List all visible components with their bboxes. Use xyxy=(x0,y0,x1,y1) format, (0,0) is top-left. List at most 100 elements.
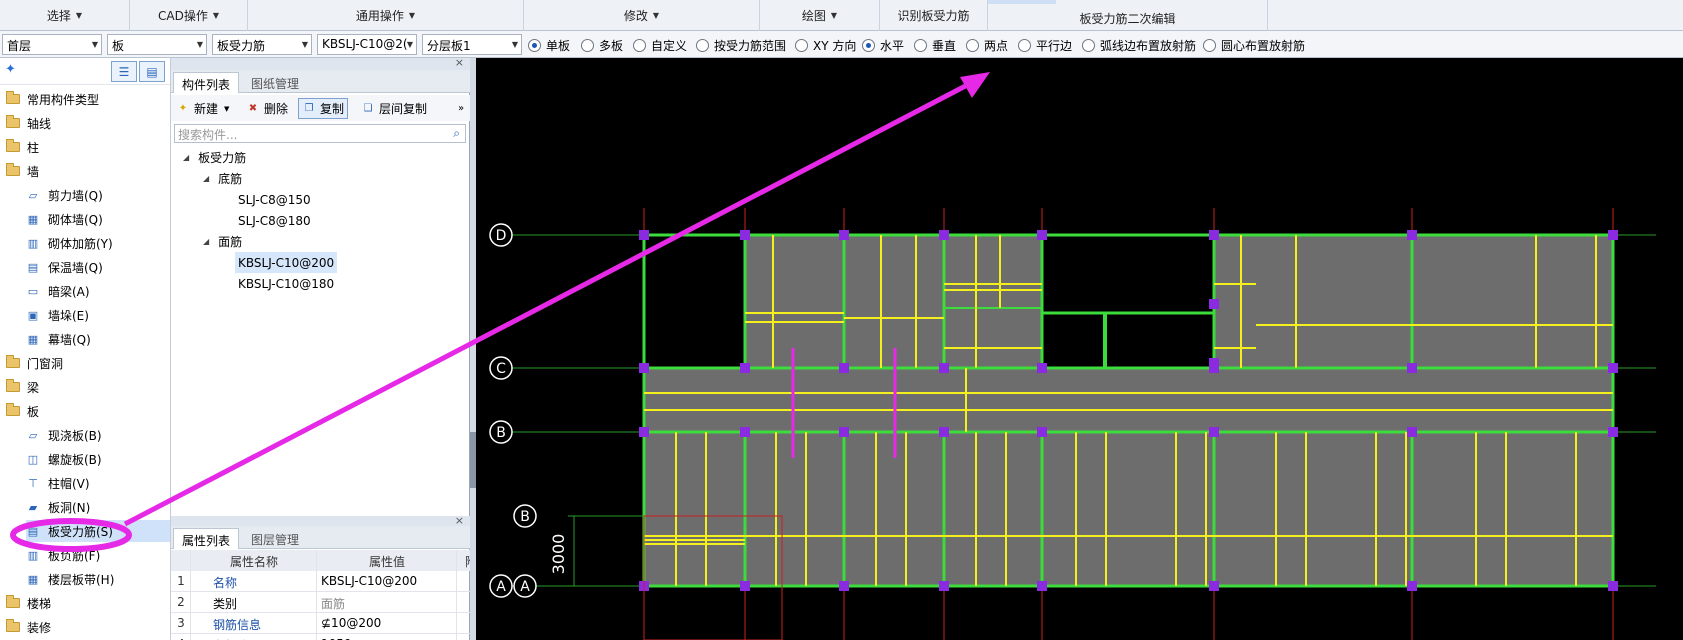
nav-item[interactable]: 楼梯 xyxy=(6,592,170,614)
ribbon-group-modify[interactable]: 修改 ▼ xyxy=(524,0,760,31)
cad-drawing: 3000 D C B A B A xyxy=(489,208,1656,640)
component-toolbar: ✦ 新建 ▼ ✖ 删除 ❐ 复制 ❏ 层间复制 » xyxy=(171,95,470,121)
detail-view-button[interactable]: ▤ xyxy=(139,61,165,82)
nav-item-label: 板 xyxy=(27,404,40,419)
category-select[interactable]: 板 ▼ xyxy=(107,34,207,55)
new-button[interactable]: ✦ 新建 ▼ xyxy=(173,98,232,119)
tree-item[interactable]: SLJ-C8@150 xyxy=(238,189,311,210)
ribbon-group-select[interactable]: 选择 ▼ xyxy=(0,0,130,31)
tree-item-selected[interactable]: KBSLJ-C10@200 xyxy=(235,252,338,273)
property-row[interactable]: 2 类别 面筋 xyxy=(171,592,497,613)
floor-copy-button[interactable]: ❏ 层间复制 xyxy=(358,98,430,119)
tree-group-bottom[interactable]: ◢ 底筋 xyxy=(203,168,242,189)
radio-vertical[interactable]: 垂直 xyxy=(914,37,956,54)
radio-custom[interactable]: 自定义 xyxy=(633,37,687,54)
nav-item[interactable]: 梁 xyxy=(6,376,170,398)
ribbon-group-secondary-edit[interactable]: 板受力筋二次编辑 xyxy=(988,0,1268,31)
layer-select[interactable]: 分层板1 ▼ xyxy=(422,34,522,55)
more-button[interactable]: » xyxy=(455,98,467,119)
nav-item-label: 柱帽(V) xyxy=(48,476,90,491)
nav-item[interactable]: 常用构件类型 xyxy=(6,88,170,110)
nav-item[interactable]: ▣ 墙垛(E) xyxy=(26,304,170,326)
chevron-down-icon: ▼ xyxy=(224,104,230,113)
column-marker xyxy=(939,581,949,591)
radio-center-radial[interactable]: 圆心布置放射筋 xyxy=(1203,37,1305,54)
radio-two-points[interactable]: 两点 xyxy=(966,37,1008,54)
tree-item[interactable]: SLJ-C8@180 xyxy=(238,210,311,231)
nav-item[interactable]: ▭ 暗梁(A) xyxy=(26,280,170,302)
nav-item[interactable]: 门窗洞 xyxy=(6,352,170,374)
sparkle-icon[interactable]: ✦ xyxy=(5,62,16,77)
copy-button[interactable]: ❐ 复制 xyxy=(298,98,349,119)
ribbon-label: 修改 xyxy=(623,9,648,23)
ribbon-group-cad[interactable]: CAD操作 ▼ xyxy=(130,0,248,31)
ribbon-group-general[interactable]: 通用操作 ▼ xyxy=(248,0,524,31)
cast-slab-icon: ▱ xyxy=(28,428,38,442)
tree-root[interactable]: ◢ 板受力筋 xyxy=(183,147,246,168)
delete-label: 删除 xyxy=(264,102,289,116)
nav-item[interactable]: ▤ 板受力筋(S) xyxy=(26,520,170,542)
nav-item[interactable]: ▥ 砌体加筋(Y) xyxy=(26,232,170,254)
list-view-button[interactable]: ☰ xyxy=(111,61,137,82)
radio-horizontal[interactable]: 水平 xyxy=(862,37,904,54)
nav-item[interactable]: 板 xyxy=(6,400,170,422)
property-row[interactable]: 1 名称 KBSLJ-C10@200 xyxy=(171,571,497,592)
nav-item[interactable]: ▦ 幕墙(Q) xyxy=(26,328,170,350)
property-value[interactable]: ⊈10@200 xyxy=(317,613,457,634)
nav-item[interactable]: ◫ 螺旋板(B) xyxy=(26,448,170,470)
slab-strip-icon: ▦ xyxy=(27,572,39,586)
nav-item[interactable]: 柱 xyxy=(6,136,170,158)
column-marker xyxy=(1608,581,1618,591)
radio-dot xyxy=(633,39,646,52)
wall-pier-icon: ▣ xyxy=(27,308,39,322)
nav-item[interactable]: ▦ 楼层板带(H) xyxy=(26,568,170,590)
shear-wall-icon: ▱ xyxy=(28,188,38,202)
component-search-input[interactable]: 搜索构件... ⌕ xyxy=(174,124,466,143)
nav-item[interactable]: ▥ 板负筋(F) xyxy=(26,544,170,566)
tree-item[interactable]: KBSLJ-C10@180 xyxy=(238,273,334,294)
property-row[interactable]: 3 钢筋信息 ⊈10@200 xyxy=(171,613,497,634)
drawing-canvas[interactable]: 3000 D C B A B A xyxy=(476,58,1683,640)
nav-item[interactable]: ▤ 保温墙(Q) xyxy=(26,256,170,278)
column-marker xyxy=(740,581,750,591)
search-icon[interactable]: ⌕ xyxy=(453,126,460,141)
radio-parallel-edge[interactable]: 平行边 xyxy=(1018,37,1072,54)
nav-item[interactable]: ▦ 砌体墙(Q) xyxy=(26,208,170,230)
floor-select[interactable]: 首层 ▼ xyxy=(2,34,102,55)
ribbon-group-identify[interactable]: 识别板受力筋 xyxy=(880,0,988,31)
column-marker xyxy=(1209,299,1219,309)
nav-item[interactable]: ▱ 现浇板(B) xyxy=(26,424,170,446)
tree-group-top[interactable]: ◢ 面筋 xyxy=(203,231,242,252)
property-value-header: 属性值 xyxy=(317,550,457,571)
radio-dot xyxy=(528,39,541,52)
property-value[interactable]: 面筋 xyxy=(317,592,457,613)
close-icon[interactable]: × xyxy=(455,56,464,69)
radio-xy-direction[interactable]: XY 方向 xyxy=(795,37,856,54)
type-select[interactable]: 板受力筋 ▼ xyxy=(212,34,312,55)
nav-item[interactable]: 轴线 xyxy=(6,112,170,134)
nav-item[interactable]: 装修 xyxy=(6,616,170,638)
slab xyxy=(1410,233,1615,370)
radio-label: 垂直 xyxy=(932,39,957,53)
property-value[interactable]: 1050 xyxy=(317,634,457,640)
tab-layer-management[interactable]: 图层管理 xyxy=(243,528,307,549)
radio-single-slab[interactable]: 单板 xyxy=(528,37,570,54)
nav-item[interactable]: 墙 xyxy=(6,160,170,182)
ribbon-group-draw[interactable]: 绘图 ▼ xyxy=(760,0,880,31)
radio-rebar-range[interactable]: 按受力筋范围 xyxy=(696,37,786,54)
nav-item[interactable]: ⊤ 柱帽(V) xyxy=(26,472,170,494)
tab-drawing-management[interactable]: 图纸管理 xyxy=(243,72,307,93)
ribbon-highlight xyxy=(988,0,1056,4)
property-row[interactable]: 4左标注(mm)1050 xyxy=(171,634,497,640)
radio-multi-slab[interactable]: 多板 xyxy=(581,37,623,54)
tab-property-list[interactable]: 属性列表 xyxy=(173,528,240,549)
nav-item[interactable]: ▰ 板洞(N) xyxy=(26,496,170,518)
property-value[interactable]: KBSLJ-C10@200 xyxy=(317,571,457,592)
radio-arc-radial[interactable]: 弧线边布置放射筋 xyxy=(1082,37,1196,54)
nav-item-label: 螺旋板(B) xyxy=(48,452,102,467)
nav-item[interactable]: ▱ 剪力墙(Q) xyxy=(26,184,170,206)
delete-button[interactable]: ✖ 删除 xyxy=(243,98,291,119)
radio-label: 自定义 xyxy=(651,39,688,53)
tab-component-list[interactable]: 构件列表 xyxy=(173,72,240,93)
component-select[interactable]: KBSLJ-C10@2(▼ xyxy=(317,34,417,55)
